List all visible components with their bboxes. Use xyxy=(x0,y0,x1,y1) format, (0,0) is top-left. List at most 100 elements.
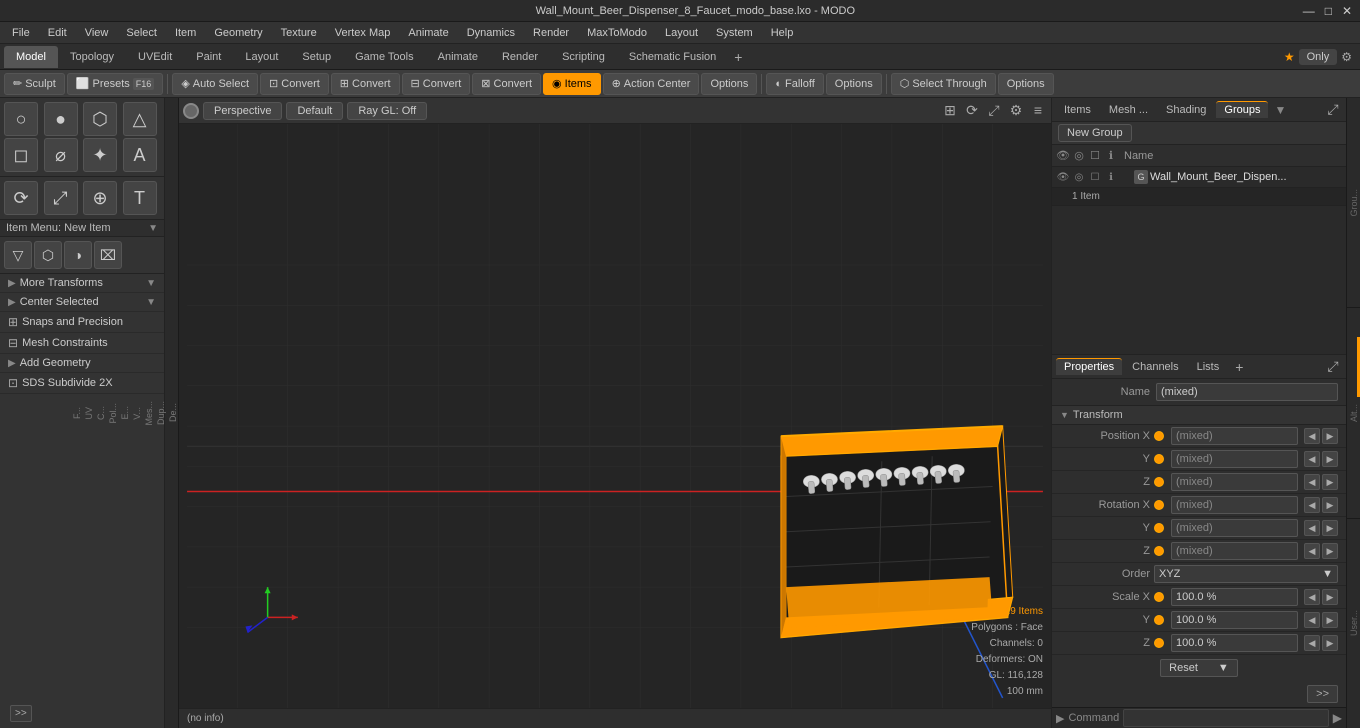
pos-y-btn2[interactable]: ▶ xyxy=(1322,451,1338,467)
icon-triangle[interactable]: ▽ xyxy=(4,241,32,269)
tab-setup[interactable]: Setup xyxy=(290,46,343,68)
tab-layout[interactable]: Layout xyxy=(233,46,290,68)
menu-geometry[interactable]: Geometry xyxy=(206,25,270,41)
tool-add[interactable]: ⊕ xyxy=(83,181,117,215)
expand-btn[interactable]: >> xyxy=(10,705,32,722)
close-btn[interactable]: ✕ xyxy=(1342,4,1352,18)
options-btn-1[interactable]: Options xyxy=(701,73,757,95)
menu-view[interactable]: View xyxy=(77,25,117,41)
scale-x-value[interactable]: 100.0 % xyxy=(1171,588,1298,606)
menu-edit[interactable]: Edit xyxy=(40,25,75,41)
right-tab-dropdown[interactable]: ▼ xyxy=(1274,103,1286,117)
scale-z-btn1[interactable]: ◀ xyxy=(1304,635,1320,651)
pos-x-btn2[interactable]: ▶ xyxy=(1322,428,1338,444)
scale-y-btn2[interactable]: ▶ xyxy=(1322,612,1338,628)
side-label-de[interactable]: De... xyxy=(168,399,178,426)
menu-vertex-map[interactable]: Vertex Map xyxy=(327,25,399,41)
viewport-ctrl-maximize[interactable]: ⤢ xyxy=(985,102,1003,119)
scale-x-circle[interactable] xyxy=(1154,592,1164,602)
pos-z-value[interactable]: (mixed) xyxy=(1171,473,1298,491)
channels-tab[interactable]: Channels xyxy=(1124,359,1186,375)
options-btn-2[interactable]: Options xyxy=(826,73,882,95)
rot-x-value[interactable]: (mixed) xyxy=(1171,496,1298,514)
side-label-mes[interactable]: Mes... xyxy=(144,397,154,430)
tool-scale[interactable]: ⤢ xyxy=(44,181,78,215)
tool-cube[interactable]: ◻ xyxy=(4,138,38,172)
tab-game-tools[interactable]: Game Tools xyxy=(343,46,426,68)
menu-texture[interactable]: Texture xyxy=(273,25,325,41)
rot-y-btn1[interactable]: ◀ xyxy=(1304,520,1320,536)
sds-subdivide-item[interactable]: ⊡ SDS Subdivide 2X xyxy=(0,373,164,394)
menu-file[interactable]: File xyxy=(4,25,38,41)
convert-btn-4[interactable]: ⊠ Convert xyxy=(472,73,541,95)
add-prop-tab[interactable]: + xyxy=(1229,357,1249,377)
right-tab-shading[interactable]: Shading xyxy=(1158,102,1214,118)
cmd-submit-btn[interactable]: ▶ xyxy=(1333,711,1342,725)
group-row-1[interactable]: 👁 ◎ ☐ ℹ G Wall_Mount_Beer_Dispen... xyxy=(1052,167,1346,188)
tool-star[interactable]: ✦ xyxy=(83,138,117,172)
tool-torus[interactable]: ⌀ xyxy=(44,138,78,172)
gear-icon[interactable]: ⚙ xyxy=(1341,50,1352,64)
new-group-btn[interactable]: New Group xyxy=(1058,124,1132,142)
rot-z-circle[interactable] xyxy=(1154,546,1164,556)
pos-z-btn2[interactable]: ▶ xyxy=(1322,474,1338,490)
default-tab[interactable]: Default xyxy=(286,102,343,120)
right-bottom-maximize[interactable]: ⤢ xyxy=(1324,358,1342,375)
side-label-uv[interactable]: UV xyxy=(84,403,94,424)
rot-x-circle[interactable] xyxy=(1154,500,1164,510)
more-transforms-item[interactable]: ▶ More Transforms ▼ xyxy=(0,274,164,293)
scale-z-value[interactable]: 100.0 % xyxy=(1171,634,1298,652)
items-btn[interactable]: ◉ Items xyxy=(543,73,601,95)
menu-render[interactable]: Render xyxy=(525,25,577,41)
side-label-dup[interactable]: Dup... xyxy=(156,397,166,429)
menu-item[interactable]: Item xyxy=(167,25,204,41)
pos-y-circle[interactable] xyxy=(1154,454,1164,464)
icon-x[interactable]: ⌧ xyxy=(94,241,122,269)
side-label-e[interactable]: E... xyxy=(120,402,130,424)
right-tab-items[interactable]: Items xyxy=(1056,102,1099,118)
convert-btn-3[interactable]: ⊟ Convert xyxy=(402,73,471,95)
right-tab-mesh[interactable]: Mesh ... xyxy=(1101,102,1156,118)
icon-hex[interactable]: ⬡ xyxy=(34,241,62,269)
properties-tab[interactable]: Properties xyxy=(1056,358,1122,375)
menu-maxtomodo[interactable]: MaxToModo xyxy=(579,25,655,41)
icon-half-circle[interactable]: ◑ xyxy=(64,241,92,269)
pos-x-circle[interactable] xyxy=(1154,431,1164,441)
pos-x-btn1[interactable]: ◀ xyxy=(1304,428,1320,444)
viewport-dot[interactable] xyxy=(183,103,199,119)
rot-z-btn2[interactable]: ▶ xyxy=(1322,543,1338,559)
item-menu-header[interactable]: Item Menu: New Item ▼ xyxy=(0,220,164,237)
right-top-maximize[interactable]: ⤢ xyxy=(1324,101,1342,118)
pos-x-value[interactable]: (mixed) xyxy=(1171,427,1298,445)
presets-btn[interactable]: ⬜ Presets F16 xyxy=(67,73,164,95)
lists-tab[interactable]: Lists xyxy=(1189,359,1228,375)
viewport-ctrl-more[interactable]: ≡ xyxy=(1029,102,1047,119)
tab-topology[interactable]: Topology xyxy=(58,46,126,68)
only-label[interactable]: Only xyxy=(1299,49,1338,65)
convert-btn-1[interactable]: ⊡ Convert xyxy=(260,73,329,95)
side-label-f[interactable]: F... xyxy=(72,403,82,423)
rot-z-btn1[interactable]: ◀ xyxy=(1304,543,1320,559)
tool-rotate[interactable]: ⟳ xyxy=(4,181,38,215)
right-side-group-label[interactable]: Grou... xyxy=(1347,98,1360,308)
transform-section[interactable]: ▼ Transform xyxy=(1052,406,1346,425)
side-label-pol[interactable]: Pol... xyxy=(108,399,118,428)
scale-y-circle[interactable] xyxy=(1154,615,1164,625)
pos-y-btn1[interactable]: ◀ xyxy=(1304,451,1320,467)
tool-sphere-fill[interactable]: ● xyxy=(44,102,78,136)
tool-transform[interactable]: T xyxy=(123,181,157,215)
tab-schematic[interactable]: Schematic Fusion xyxy=(617,46,728,68)
auto-select-btn[interactable]: ◈ Auto Select xyxy=(172,73,258,95)
rot-y-btn2[interactable]: ▶ xyxy=(1322,520,1338,536)
scale-z-btn2[interactable]: ▶ xyxy=(1322,635,1338,651)
rot-z-value[interactable]: (mixed) xyxy=(1171,542,1298,560)
tool-sphere[interactable]: ○ xyxy=(4,102,38,136)
menu-layout[interactable]: Layout xyxy=(657,25,706,41)
right-tab-groups[interactable]: Groups xyxy=(1216,101,1268,118)
pos-z-circle[interactable] xyxy=(1154,477,1164,487)
scale-y-value[interactable]: 100.0 % xyxy=(1171,611,1298,629)
select-through-btn[interactable]: ⬡ Select Through xyxy=(891,73,996,95)
convert-btn-2[interactable]: ⊞ Convert xyxy=(331,73,400,95)
scale-y-btn1[interactable]: ◀ xyxy=(1304,612,1320,628)
pos-y-value[interactable]: (mixed) xyxy=(1171,450,1298,468)
